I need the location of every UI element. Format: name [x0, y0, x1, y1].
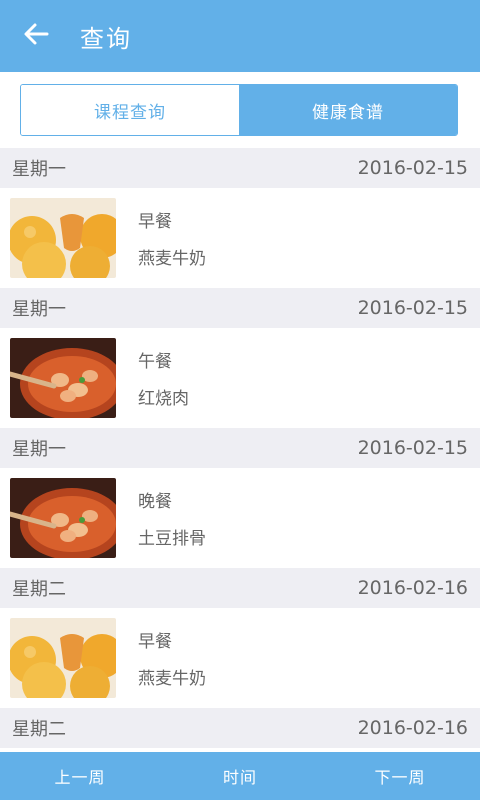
date-label: 2016-02-15	[357, 437, 468, 459]
date-label: 2016-02-16	[357, 577, 468, 599]
dish-name-label: 燕麦牛奶	[138, 669, 206, 689]
bread-image	[10, 198, 116, 278]
tab-course-query[interactable]: 课程查询	[21, 85, 239, 135]
tab-healthy-recipes[interactable]: 健康食谱	[239, 85, 457, 135]
arrow-left-icon	[23, 21, 49, 51]
weekday-label: 星期二	[12, 579, 66, 600]
meal-text: 晚餐 土豆排骨	[138, 487, 206, 549]
meal-row[interactable]: 早餐 燕麦牛奶	[0, 608, 480, 708]
next-week-button[interactable]: 下一周	[320, 764, 480, 788]
stew-image	[10, 478, 116, 558]
app-bar: 查询	[0, 0, 480, 72]
date-label: 2016-02-16	[357, 717, 468, 739]
bread-image	[10, 618, 116, 698]
day-header: 星期一 2016-02-15	[0, 288, 480, 328]
meal-type-label: 早餐	[138, 212, 172, 232]
date-label: 2016-02-15	[357, 157, 468, 179]
segmented-control: 课程查询 健康食谱	[20, 84, 458, 136]
meal-type-label: 午餐	[138, 352, 172, 372]
dish-name-label: 燕麦牛奶	[138, 249, 206, 269]
meal-row[interactable]: 早餐 燕麦牛奶	[0, 188, 480, 288]
prev-week-button[interactable]: 上一周	[0, 764, 160, 788]
meal-type-label: 晚餐	[138, 492, 172, 512]
tab-bar-container: 课程查询 健康食谱	[0, 72, 480, 148]
day-header: 星期二 2016-02-16	[0, 568, 480, 608]
meal-row[interactable]: 晚餐 土豆排骨	[0, 468, 480, 568]
day-header: 星期二 2016-02-16	[0, 708, 480, 748]
weekday-label: 星期一	[12, 159, 66, 180]
time-button[interactable]: 时间	[160, 764, 320, 788]
dish-name-label: 红烧肉	[138, 389, 189, 409]
meal-text: 午餐 红烧肉	[138, 347, 189, 409]
back-button[interactable]	[0, 0, 72, 72]
meal-text: 早餐 燕麦牛奶	[138, 627, 206, 689]
bottom-nav: 上一周 时间 下一周	[0, 752, 480, 800]
weekday-label: 星期二	[12, 719, 66, 740]
meal-type-label: 早餐	[138, 632, 172, 652]
page-title: 查询	[80, 24, 132, 53]
weekday-label: 星期一	[12, 299, 66, 320]
meal-row[interactable]: 午餐 红烧肉	[0, 328, 480, 428]
date-label: 2016-02-15	[357, 297, 468, 319]
meal-text: 早餐 燕麦牛奶	[138, 207, 206, 269]
dish-name-label: 土豆排骨	[138, 529, 206, 549]
stew-image	[10, 338, 116, 418]
recipe-list[interactable]: 星期一 2016-02-15 早餐 燕麦牛奶 星期一 2016-02-15 午餐…	[0, 148, 480, 752]
day-header: 星期一 2016-02-15	[0, 428, 480, 468]
day-header: 星期一 2016-02-15	[0, 148, 480, 188]
weekday-label: 星期一	[12, 439, 66, 460]
